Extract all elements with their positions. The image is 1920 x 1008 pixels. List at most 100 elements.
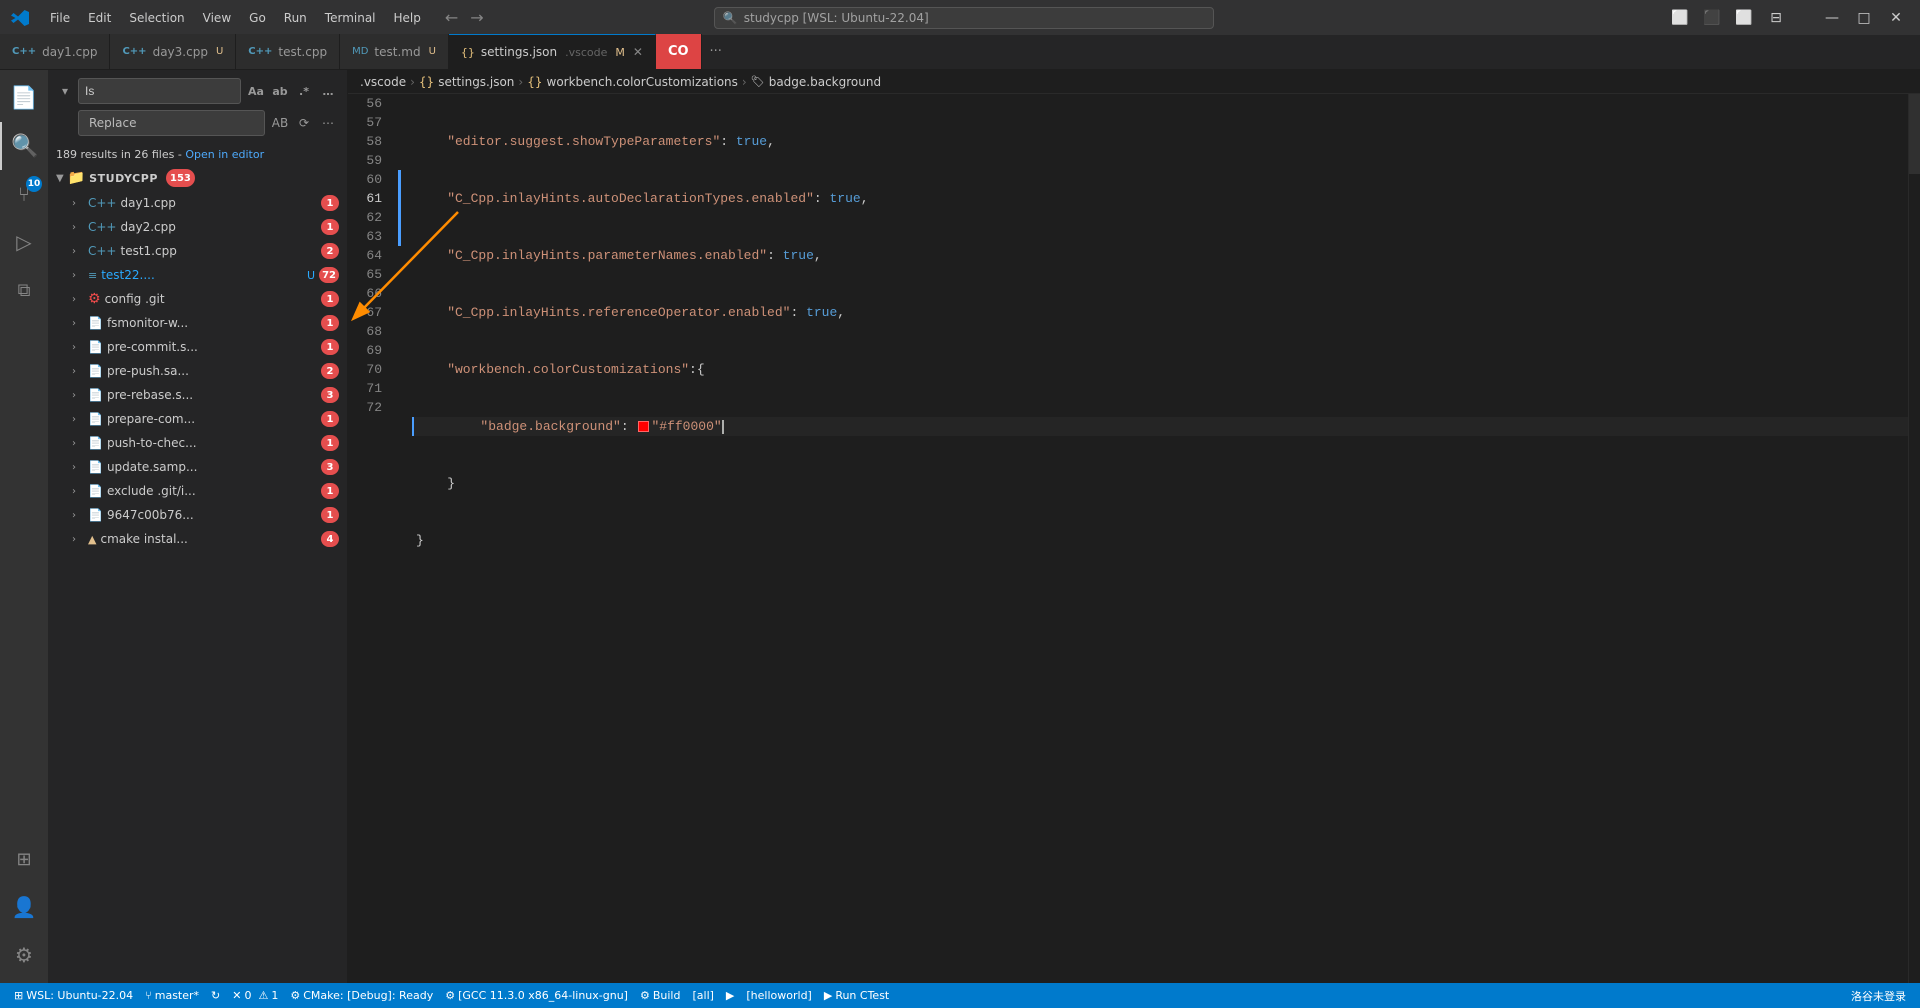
- activity-source-control[interactable]: ⑂ 10: [0, 170, 48, 218]
- activity-settings[interactable]: ⚙: [0, 931, 48, 979]
- menu-help[interactable]: Help: [386, 8, 429, 28]
- breadcrumb-settings[interactable]: settings.json: [438, 75, 514, 89]
- statusbar-ctest[interactable]: ▶ Run CTest: [818, 983, 895, 1008]
- statusbar-wsl[interactable]: ⊞ WSL: Ubuntu-22.04: [8, 983, 139, 1008]
- breadcrumb-customizations[interactable]: workbench.colorCustomizations: [547, 75, 738, 89]
- test22-badge: 72: [319, 267, 339, 283]
- replace-all-btn[interactable]: ⟳: [293, 112, 315, 134]
- tree-item-9647[interactable]: › 📄 9647c00b76... 1: [48, 503, 347, 527]
- search-settings-btn[interactable]: ⋯: [317, 112, 339, 134]
- tree-item-day2[interactable]: › C++ day2.cpp 1: [48, 215, 347, 239]
- minimap[interactable]: [1908, 94, 1920, 983]
- search-input[interactable]: [85, 84, 234, 98]
- tree-item-test1[interactable]: › C++ test1.cpp 2: [48, 239, 347, 263]
- statusbar-helloworld[interactable]: [helloworld]: [740, 983, 817, 1008]
- chevron-precommit: ›: [72, 342, 84, 353]
- search-more-btn[interactable]: …: [317, 80, 339, 102]
- tab-co[interactable]: CO: [656, 34, 702, 69]
- code-line-69: [412, 873, 1908, 892]
- toggle-sidebar-btn[interactable]: ⬜: [1666, 4, 1694, 32]
- tree-item-cmake[interactable]: › ▲ cmake instal... 4: [48, 527, 347, 551]
- tree-item-prerebase[interactable]: › 📄 pre-rebase.s... 3: [48, 383, 347, 407]
- breadcrumb-badge-bg[interactable]: badge.background: [769, 75, 881, 89]
- txt-icon-9647: 📄: [88, 508, 103, 522]
- statusbar-build[interactable]: ⚙ Build: [634, 983, 687, 1008]
- collapse-toggle[interactable]: ▾: [56, 82, 74, 100]
- nav-back[interactable]: ←: [445, 8, 458, 27]
- tabs-more-button[interactable]: ···: [702, 34, 730, 69]
- activity-account[interactable]: 👤: [0, 883, 48, 931]
- search-input-wrap[interactable]: [78, 78, 241, 104]
- tree-item-fsmonitor[interactable]: › 📄 fsmonitor-w... 1: [48, 311, 347, 335]
- tree-root-studycpp[interactable]: ▼ 📁 studycpp 153: [48, 165, 347, 191]
- minimap-thumb[interactable]: [1909, 94, 1920, 174]
- prerebase-label: pre-rebase.s...: [107, 388, 317, 402]
- tab-close-settings[interactable]: ✕: [633, 45, 643, 59]
- statusbar-branch[interactable]: ⑂ master*: [139, 983, 205, 1008]
- statusbar-sync[interactable]: ↻: [205, 983, 226, 1008]
- app-logo: [10, 8, 30, 28]
- minimize-btn[interactable]: —: [1818, 4, 1846, 32]
- tab-day1[interactable]: C++ day1.cpp: [0, 34, 110, 69]
- main-layout: 📄 🔍 ⑂ 10 ▷ ⧉ ⊞ 👤 ⚙ ▾: [0, 70, 1920, 983]
- activity-search[interactable]: 🔍: [0, 122, 48, 170]
- statusbar-run-btn[interactable]: ▶: [720, 983, 740, 1008]
- activity-remote[interactable]: ⊞: [0, 835, 48, 883]
- tree-item-preparecom[interactable]: › 📄 prepare-com... 1: [48, 407, 347, 431]
- menu-edit[interactable]: Edit: [80, 8, 119, 28]
- statusbar-errors[interactable]: ✕ 0 ⚠ 1: [226, 983, 284, 1008]
- tree-item-config[interactable]: › ⚙ config .git 1: [48, 287, 347, 311]
- nav-forward[interactable]: →: [470, 8, 483, 27]
- account-icon: 👤: [12, 895, 37, 919]
- close-btn[interactable]: ✕: [1882, 4, 1910, 32]
- activity-explorer[interactable]: 📄: [0, 74, 48, 122]
- chevron-preparecom: ›: [72, 414, 84, 425]
- global-search-bar[interactable]: 🔍 studycpp [WSL: Ubuntu-22.04]: [714, 7, 1214, 29]
- activity-extensions[interactable]: ⧉: [0, 266, 48, 314]
- customize-layout-btn[interactable]: ⊟: [1762, 4, 1790, 32]
- statusbar-all[interactable]: [all]: [686, 983, 719, 1008]
- code-content[interactable]: "editor.suggest.showTypeParameters": tru…: [404, 94, 1908, 983]
- menu-terminal[interactable]: Terminal: [317, 8, 384, 28]
- replace-action-btn[interactable]: AB: [269, 112, 291, 134]
- tab-settings-json[interactable]: {} settings.json .vscode M ✕: [449, 34, 656, 69]
- txt-icon-exclude: 📄: [88, 484, 103, 498]
- tree-item-day1[interactable]: › C++ day1.cpp 1: [48, 191, 347, 215]
- open-in-editor-link[interactable]: Open in editor: [185, 148, 264, 161]
- statusbar-login[interactable]: 洛谷未登录: [1845, 983, 1912, 1008]
- tab-test[interactable]: C++ test.cpp: [236, 34, 340, 69]
- tree-item-precommit[interactable]: › 📄 pre-commit.s... 1: [48, 335, 347, 359]
- statusbar-cmake[interactable]: ⚙ CMake: [Debug]: Ready: [284, 983, 439, 1008]
- chevron-prerebase: ›: [72, 390, 84, 401]
- tree-item-test22[interactable]: › ≡ test22.... U 72: [48, 263, 347, 287]
- tree-item-exclude[interactable]: › 📄 exclude .git/i... 1: [48, 479, 347, 503]
- tab-day3[interactable]: C++ day3.cpp U: [110, 34, 236, 69]
- code-line-66: [412, 702, 1908, 721]
- breadcrumb-vscode[interactable]: .vscode: [360, 75, 406, 89]
- code-editor[interactable]: 56 57 58 59 60 61 62 63 64 65 66 67 68 6…: [348, 94, 1920, 983]
- branch-label: master*: [155, 989, 199, 1002]
- menu-go[interactable]: Go: [241, 8, 274, 28]
- tab-testmd[interactable]: MD test.md U: [340, 34, 449, 69]
- statusbar-gcc[interactable]: ⚙ [GCC 11.3.0 x86_64-linux-gnu]: [439, 983, 634, 1008]
- toggle-panel-btn[interactable]: ⬛: [1698, 4, 1726, 32]
- status-bar: ⊞ WSL: Ubuntu-22.04 ⑂ master* ↻ ✕ 0 ⚠ 1 …: [0, 983, 1920, 1008]
- tree-item-pushtocheck[interactable]: › 📄 push-to-chec... 1: [48, 431, 347, 455]
- regex-btn[interactable]: .*: [293, 80, 315, 102]
- match-case-btn[interactable]: Aa: [245, 80, 267, 102]
- menu-run[interactable]: Run: [276, 8, 315, 28]
- cmake-status: CMake: [Debug]: Ready: [303, 989, 433, 1002]
- replace-input-wrap[interactable]: Replace: [78, 110, 265, 136]
- toggle-secondary-btn[interactable]: ⬜: [1730, 4, 1758, 32]
- sidebar: ▾ Aa ab .* … Replace AB ⟳: [48, 70, 348, 983]
- menu-view[interactable]: View: [195, 8, 239, 28]
- activity-run[interactable]: ▷: [0, 218, 48, 266]
- linenum-58: 58: [348, 132, 390, 151]
- menu-selection[interactable]: Selection: [121, 8, 192, 28]
- tree-item-prepush[interactable]: › 📄 pre-push.sa... 2: [48, 359, 347, 383]
- tree-item-updatesamp[interactable]: › 📄 update.samp... 3: [48, 455, 347, 479]
- menu-file[interactable]: File: [42, 8, 78, 28]
- maximize-btn[interactable]: □: [1850, 4, 1878, 32]
- whole-word-btn[interactable]: ab: [269, 80, 291, 102]
- pushtocheck-label: push-to-chec...: [107, 436, 317, 450]
